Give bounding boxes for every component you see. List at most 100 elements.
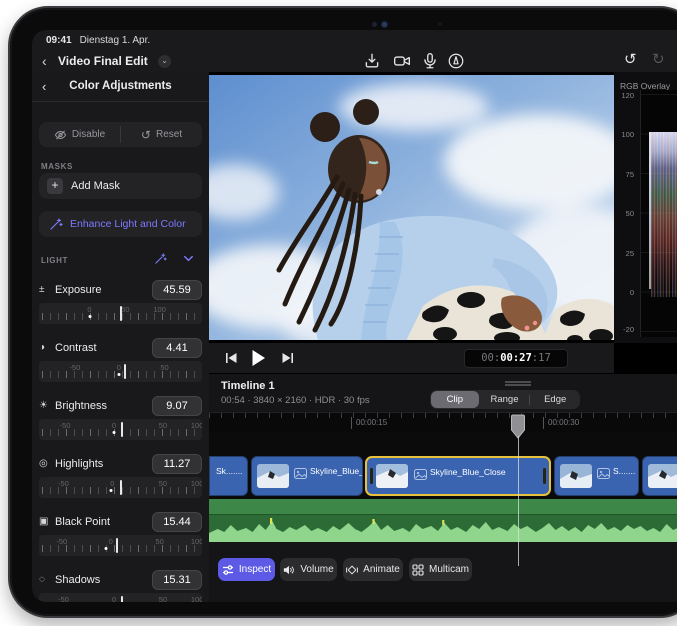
clip-thumbnail (560, 464, 592, 488)
timeline-section: Timeline 1 00:54 · 3840 × 2160 · HDR · 3… (209, 374, 677, 602)
shadows-slider[interactable]: -50 0 50 100 (39, 593, 202, 602)
eye-off-icon (54, 129, 67, 141)
sensor-dot (438, 22, 442, 26)
slider-black-point: ▣ Black Point 15.44 -50 0 50 100 (39, 512, 202, 564)
microphone-button[interactable] (421, 52, 439, 70)
brightness-slider[interactable]: -50 0 50 100 (39, 419, 202, 440)
video-preview[interactable] (209, 72, 614, 343)
timeline-ruler[interactable]: 00:00:15 00:00:30 (209, 412, 677, 432)
disable-label: Disable (72, 129, 105, 140)
front-camera (372, 22, 377, 27)
volume-button[interactable]: Volume (280, 558, 337, 581)
black-point-value[interactable]: 15.44 (152, 512, 202, 532)
clip-skyline-blue-wide[interactable]: Skyline_Blue_Wide (251, 456, 363, 496)
reset-button[interactable]: ↺ Reset (121, 122, 202, 147)
skip-back-button[interactable] (225, 351, 238, 365)
timeline-meta: 00:54 · 3840 × 2160 · HDR · 30 fps (221, 395, 370, 406)
redo-button[interactable]: ↻ (652, 50, 665, 68)
edit-mode-segmented-control: Clip Range Edge (430, 390, 580, 409)
highlights-value[interactable]: 11.27 (152, 454, 202, 474)
photo-icon (597, 466, 610, 477)
mode-edge[interactable]: Edge (531, 391, 579, 408)
panel-title: Color Adjustments (32, 80, 209, 92)
enhance-light-color-button[interactable]: Enhance Light and Color (39, 211, 202, 237)
slider-brightness: ☀ Brightness 9.07 -50 0 50 100 (39, 396, 202, 448)
add-mask-label: Add Mask (71, 180, 120, 192)
reset-icon: ↺ (141, 128, 151, 142)
chevron-down-icon (182, 252, 195, 265)
status-date: Dienstag 1. Apr. (80, 35, 151, 46)
ruler-label: 00:00:30 (543, 417, 579, 429)
mode-clip[interactable]: Clip (431, 391, 479, 408)
speaker-icon (283, 564, 295, 576)
clip-skyline-partial-left[interactable]: Sk....... (209, 456, 248, 496)
color-adjustments-panel: ‹ Color Adjustments Disable ↺ Reset MASK (32, 72, 209, 602)
audio-waveform (209, 515, 677, 542)
clip-edge-partial[interactable] (642, 456, 677, 496)
light-auto-enhance-button[interactable] (154, 252, 167, 270)
exposure-slider[interactable]: 0 50 100 (39, 303, 202, 324)
title-dropdown-icon[interactable]: ⌄ (158, 55, 171, 68)
export-button[interactable] (363, 52, 381, 70)
slider-highlights: ◎ Highlights 11.27 -50 0 50 100 (39, 454, 202, 506)
contrast-slider[interactable]: -50 0 50 (39, 361, 202, 382)
clip-skyline-partial-right[interactable]: S....... (554, 456, 639, 496)
inspect-button[interactable]: Inspect (218, 558, 275, 581)
scope-plot (640, 90, 677, 337)
shadows-value[interactable]: 15.31 (152, 570, 202, 590)
project-title[interactable]: Video Final Edit (58, 54, 148, 68)
ruler-label: 00:00:15 (351, 417, 387, 429)
transport-bar: 00:00:27:17 (209, 343, 614, 374)
enhance-label: Enhance Light and Color (70, 218, 186, 230)
slider-exposure: ± Exposure 45.59 0 50 100 (39, 280, 202, 332)
status-bar: 09:41 Dienstag 1. Apr. (32, 30, 677, 50)
mode-range[interactable]: Range (481, 391, 529, 408)
photo-icon (414, 467, 427, 478)
front-camera-lens (382, 22, 387, 27)
timeline-name: Timeline 1 (221, 380, 275, 392)
photo-icon (294, 466, 307, 477)
back-chevron-icon[interactable]: ‹ (42, 53, 47, 69)
timeline-drag-handle[interactable] (505, 381, 531, 386)
disable-button[interactable]: Disable (39, 122, 120, 147)
annotate-pencil-button[interactable] (447, 52, 465, 70)
light-section-label: LIGHT (41, 256, 68, 265)
reset-label: Reset (156, 129, 182, 140)
contrast-value[interactable]: 4.41 (152, 338, 202, 358)
slider-contrast: ◑ Contrast 4.41 -50 0 50 (39, 338, 202, 390)
video-track: Sk....... Skyline_Blue_Wide (209, 432, 677, 499)
video-frame-person-sky (209, 72, 614, 343)
clip-thumbnail (257, 464, 289, 488)
clip-thumbnail (376, 464, 408, 488)
brightness-icon: ☀ (39, 400, 55, 411)
rgb-overlay-scope: RGB Overlay 120 100 75 50 25 0 -20 (614, 72, 677, 343)
black-point-slider[interactable]: -50 0 50 100 (39, 535, 202, 556)
play-button[interactable] (251, 349, 266, 367)
add-mask-button[interactable]: + Add Mask (39, 173, 202, 199)
exposure-value[interactable]: 45.59 (152, 280, 202, 300)
shadows-icon: ◌ (39, 574, 55, 585)
camera-button[interactable] (393, 52, 411, 70)
magic-wand-icon (154, 252, 167, 265)
masks-section-label: MASKS (41, 162, 73, 171)
multicam-button[interactable]: Multicam (409, 558, 472, 581)
skip-forward-button[interactable] (281, 351, 294, 365)
undo-button[interactable]: ↺ (624, 50, 637, 68)
audio-track[interactable] (209, 499, 677, 542)
disable-reset-control: Disable ↺ Reset (39, 122, 202, 147)
app-toolbar: ‹ Video Final Edit ⌄ (32, 50, 677, 72)
contrast-icon: ◑ (39, 342, 55, 353)
grid-icon (412, 564, 424, 576)
animate-button[interactable]: Animate (343, 558, 403, 581)
playhead[interactable] (511, 414, 525, 440)
light-collapse-button[interactable] (182, 252, 195, 270)
waveform-trace (649, 132, 677, 297)
plus-icon: + (47, 178, 63, 194)
timecode-display[interactable]: 00:00:27:17 (464, 349, 568, 368)
highlights-slider[interactable]: -50 0 50 100 (39, 477, 202, 498)
clip-skyline-blue-close-selected[interactable]: Skyline_Blue_Close (365, 456, 551, 496)
clip-thumbnail (648, 464, 677, 488)
brightness-value[interactable]: 9.07 (152, 396, 202, 416)
inspect-sliders-icon (222, 564, 234, 576)
timeline-header: Timeline 1 00:54 · 3840 × 2160 · HDR · 3… (209, 374, 677, 412)
